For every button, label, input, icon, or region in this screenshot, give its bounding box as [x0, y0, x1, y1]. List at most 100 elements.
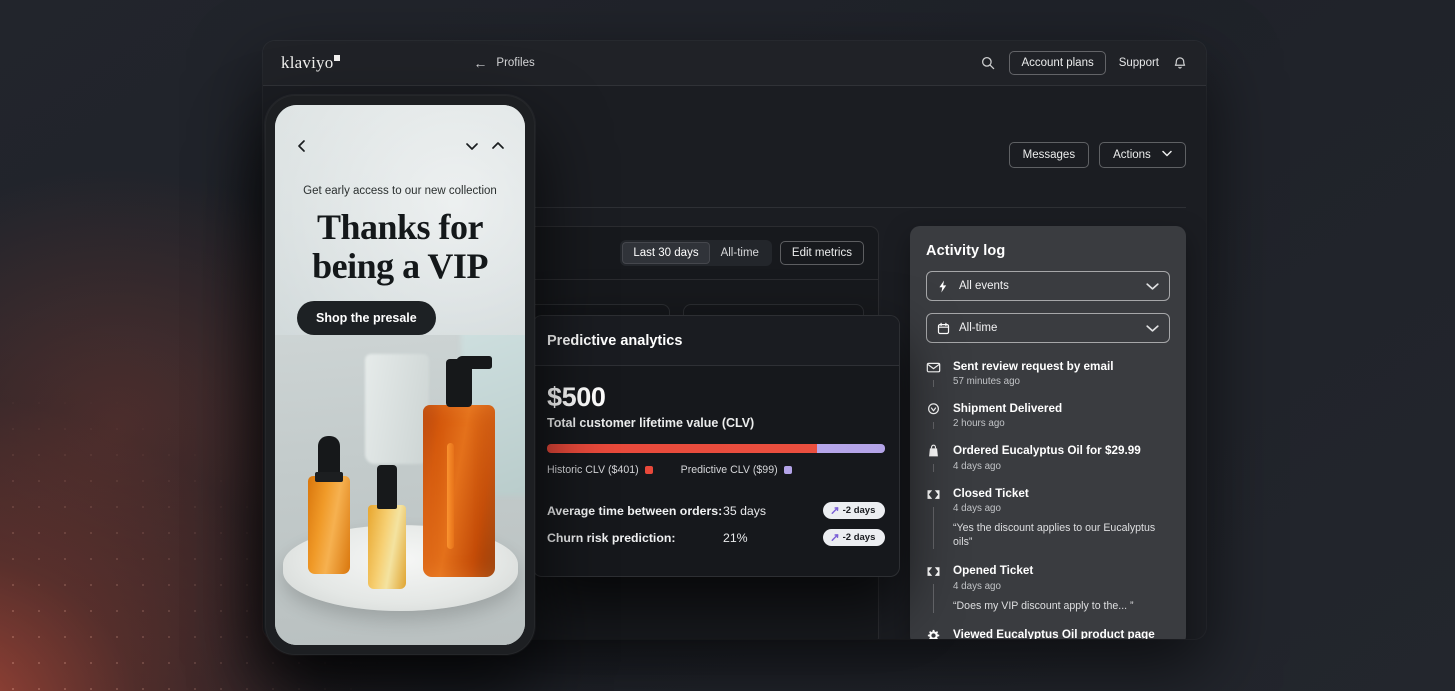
clv-bar-historic	[547, 444, 818, 453]
photo-background-cup	[365, 353, 429, 464]
badge-value: -2 days	[842, 505, 876, 516]
shopping-bag-icon	[926, 442, 941, 459]
chevron-down-icon[interactable]	[465, 139, 479, 153]
event-timestamp: 4 days ago	[953, 580, 1001, 592]
predictive-metric-rows: Average time between orders: 35 days -2 …	[547, 497, 885, 551]
breadcrumb[interactable]: ← Profiles	[473, 56, 534, 70]
trend-up-icon	[831, 506, 840, 515]
event-timestamp: 57 minutes ago	[953, 376, 1020, 388]
ticket-icon	[926, 562, 941, 579]
timeline-connector	[932, 506, 934, 550]
back-arrow-icon[interactable]: ←	[473, 56, 487, 70]
phone-mockup: Get early access to our new collection T…	[265, 95, 535, 655]
brand-text: klaviyo	[281, 53, 334, 72]
messages-button[interactable]: Messages	[1008, 142, 1090, 168]
location-pin-icon	[926, 400, 941, 417]
support-link[interactable]: Support	[1119, 57, 1159, 69]
status-badge: -2 days	[823, 502, 885, 519]
chevron-up-icon[interactable]	[491, 139, 505, 153]
clv-value: $500	[547, 382, 606, 412]
range-last-30-days[interactable]: Last 30 days	[622, 242, 710, 264]
chevron-down-icon	[1146, 322, 1159, 335]
search-icon[interactable]	[980, 55, 996, 71]
actions-label: Actions	[1113, 149, 1151, 161]
range-all-time[interactable]: All-time	[710, 242, 770, 264]
event-body: Sent review request by email 57 minutes …	[953, 358, 1172, 387]
chevron-down-icon	[1162, 149, 1172, 159]
event-rail	[924, 358, 942, 388]
row-label: Average time between orders:	[547, 503, 723, 518]
phone-eyebrow-text: Get early access to our new collection	[303, 185, 497, 197]
list-item[interactable]: Viewed Eucalyptus Oil product page 4 day…	[924, 626, 1172, 639]
timeline-connector	[932, 422, 934, 430]
date-range-filter[interactable]: All-time	[926, 313, 1170, 343]
event-title: Sent review request by email	[953, 360, 1114, 373]
shop-the-presale-button[interactable]: Shop the presale	[297, 301, 436, 335]
event-rail	[924, 562, 942, 614]
event-body: Closed Ticket 4 days ago “Yes the discou…	[953, 485, 1172, 550]
predictive-row-churn-risk: Churn risk prediction: 21% -2 days	[547, 524, 885, 551]
row-value: 21%	[723, 530, 748, 545]
actions-dropdown-button[interactable]: Actions	[1099, 142, 1186, 168]
legend-item-predictive: Predictive CLV ($99)	[681, 464, 792, 476]
legend-item-historic: Historic CLV ($401)	[547, 464, 653, 476]
photo-small-cap	[376, 465, 397, 510]
activity-event-list[interactable]: Sent review request by email 57 minutes …	[910, 358, 1186, 639]
legend-label: Predictive CLV ($99)	[680, 464, 778, 476]
photo-pump-bottle	[423, 355, 495, 577]
event-quote: “Yes the discount applies to our Eucalyp…	[953, 521, 1156, 548]
brand-mark-icon	[334, 55, 341, 61]
event-timestamp: 4 days ago	[953, 502, 1001, 514]
event-body: Viewed Eucalyptus Oil product page 4 day…	[953, 626, 1172, 639]
status-badge: -2 days	[823, 529, 885, 546]
event-type-filter-label: All events	[959, 280, 1009, 292]
event-title: Shipment Delivered	[953, 402, 1063, 416]
lightning-bolt-icon	[937, 280, 950, 293]
clv-bar-chart	[547, 444, 885, 453]
phone-screen: Get early access to our new collection T…	[275, 105, 525, 645]
list-item[interactable]: Ordered Eucalyptus Oil for $29.99 4 days…	[924, 442, 1172, 484]
event-body: Opened Ticket 4 days ago “Does my VIP di…	[953, 562, 1172, 613]
calendar-icon	[937, 322, 950, 335]
clv-bar-predictive	[817, 444, 885, 453]
event-body: Shipment Delivered 2 hours ago	[953, 400, 1172, 429]
gear-icon	[926, 626, 941, 639]
app-header: klaviyo ← Profiles Account plans Support	[263, 41, 1206, 86]
photo-pump-tube	[447, 442, 455, 550]
event-body: Ordered Eucalyptus Oil for $29.99 4 days…	[953, 442, 1172, 471]
event-title: Ordered Eucalyptus Oil for $29.99	[953, 444, 1141, 458]
photo-dropper-collar	[314, 471, 343, 482]
photo-dropper-bottle	[307, 435, 350, 574]
row-value: 35 days	[723, 503, 767, 518]
activity-log-panel: Activity log All events All-time Sent re…	[910, 226, 1186, 639]
klaviyo-logo[interactable]: klaviyo	[281, 53, 347, 73]
chevron-left-icon[interactable]	[295, 139, 309, 153]
predictive-row-avg-time: Average time between orders: 35 days -2 …	[547, 497, 885, 524]
list-item[interactable]: Sent review request by email 57 minutes …	[924, 358, 1172, 400]
metrics-range-segmented-control: Last 30 days All-time	[620, 240, 772, 266]
list-item[interactable]: Opened Ticket 4 days ago “Does my VIP di…	[924, 562, 1172, 626]
event-type-filter[interactable]: All events	[926, 271, 1170, 301]
legend-label: Historic CLV ($401)	[547, 464, 639, 476]
list-item[interactable]: Shipment Delivered 2 hours ago	[924, 400, 1172, 442]
date-range-filter-label: All-time	[959, 322, 998, 334]
timeline-connector	[932, 464, 934, 472]
badge-value: -2 days	[842, 532, 876, 543]
event-title: Viewed Eucalyptus Oil product page	[953, 628, 1155, 639]
header-actions: Account plans Support	[980, 51, 1188, 75]
notification-bell-icon[interactable]	[1172, 55, 1188, 71]
breadcrumb-label: Profiles	[496, 57, 535, 69]
activity-log-title: Activity log	[926, 243, 1006, 259]
product-photo	[275, 335, 525, 645]
edit-metrics-button[interactable]: Edit metrics	[779, 241, 864, 265]
photo-small-bottle	[367, 465, 406, 590]
list-item[interactable]: Closed Ticket 4 days ago “Yes the discou…	[924, 485, 1172, 563]
event-rail	[924, 626, 942, 639]
legend-swatch	[644, 466, 653, 474]
event-rail	[924, 442, 942, 472]
event-quote: “Does my VIP discount apply to the... ”	[953, 599, 1134, 612]
phone-nav	[275, 139, 525, 153]
legend-swatch	[783, 466, 792, 474]
account-plans-button[interactable]: Account plans	[1009, 51, 1106, 75]
event-timestamp: 4 days ago	[953, 460, 1001, 472]
